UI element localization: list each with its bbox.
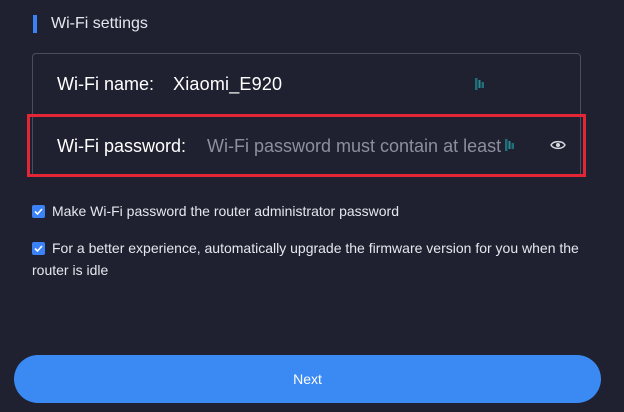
next-button[interactable]: Next — [14, 355, 601, 403]
section-title: Wi-Fi settings — [51, 15, 148, 32]
admin-password-option-label: Make Wi-Fi password the router administr… — [52, 203, 400, 219]
wifi-name-value[interactable]: Xiaomi_E920 — [173, 74, 282, 95]
admin-password-checkbox[interactable] — [32, 205, 45, 218]
auto-upgrade-checkbox[interactable] — [32, 242, 45, 255]
brand-mark-icon — [475, 78, 484, 90]
password-highlight-box — [27, 114, 586, 177]
wifi-name-row: Wi-Fi name: Xiaomi_E920 — [33, 54, 580, 114]
checkmark-icon — [34, 245, 43, 253]
section-accent-bar — [33, 15, 37, 33]
checkmark-icon — [34, 208, 43, 216]
option-auto-upgrade[interactable]: For a better experience, automatically u… — [32, 237, 592, 281]
section-header: Wi-Fi settings — [33, 14, 148, 34]
auto-upgrade-option-label: For a better experience, automatically u… — [32, 240, 579, 278]
wifi-name-label: Wi-Fi name: — [57, 73, 155, 94]
option-admin-password[interactable]: Make Wi-Fi password the router administr… — [32, 200, 592, 222]
